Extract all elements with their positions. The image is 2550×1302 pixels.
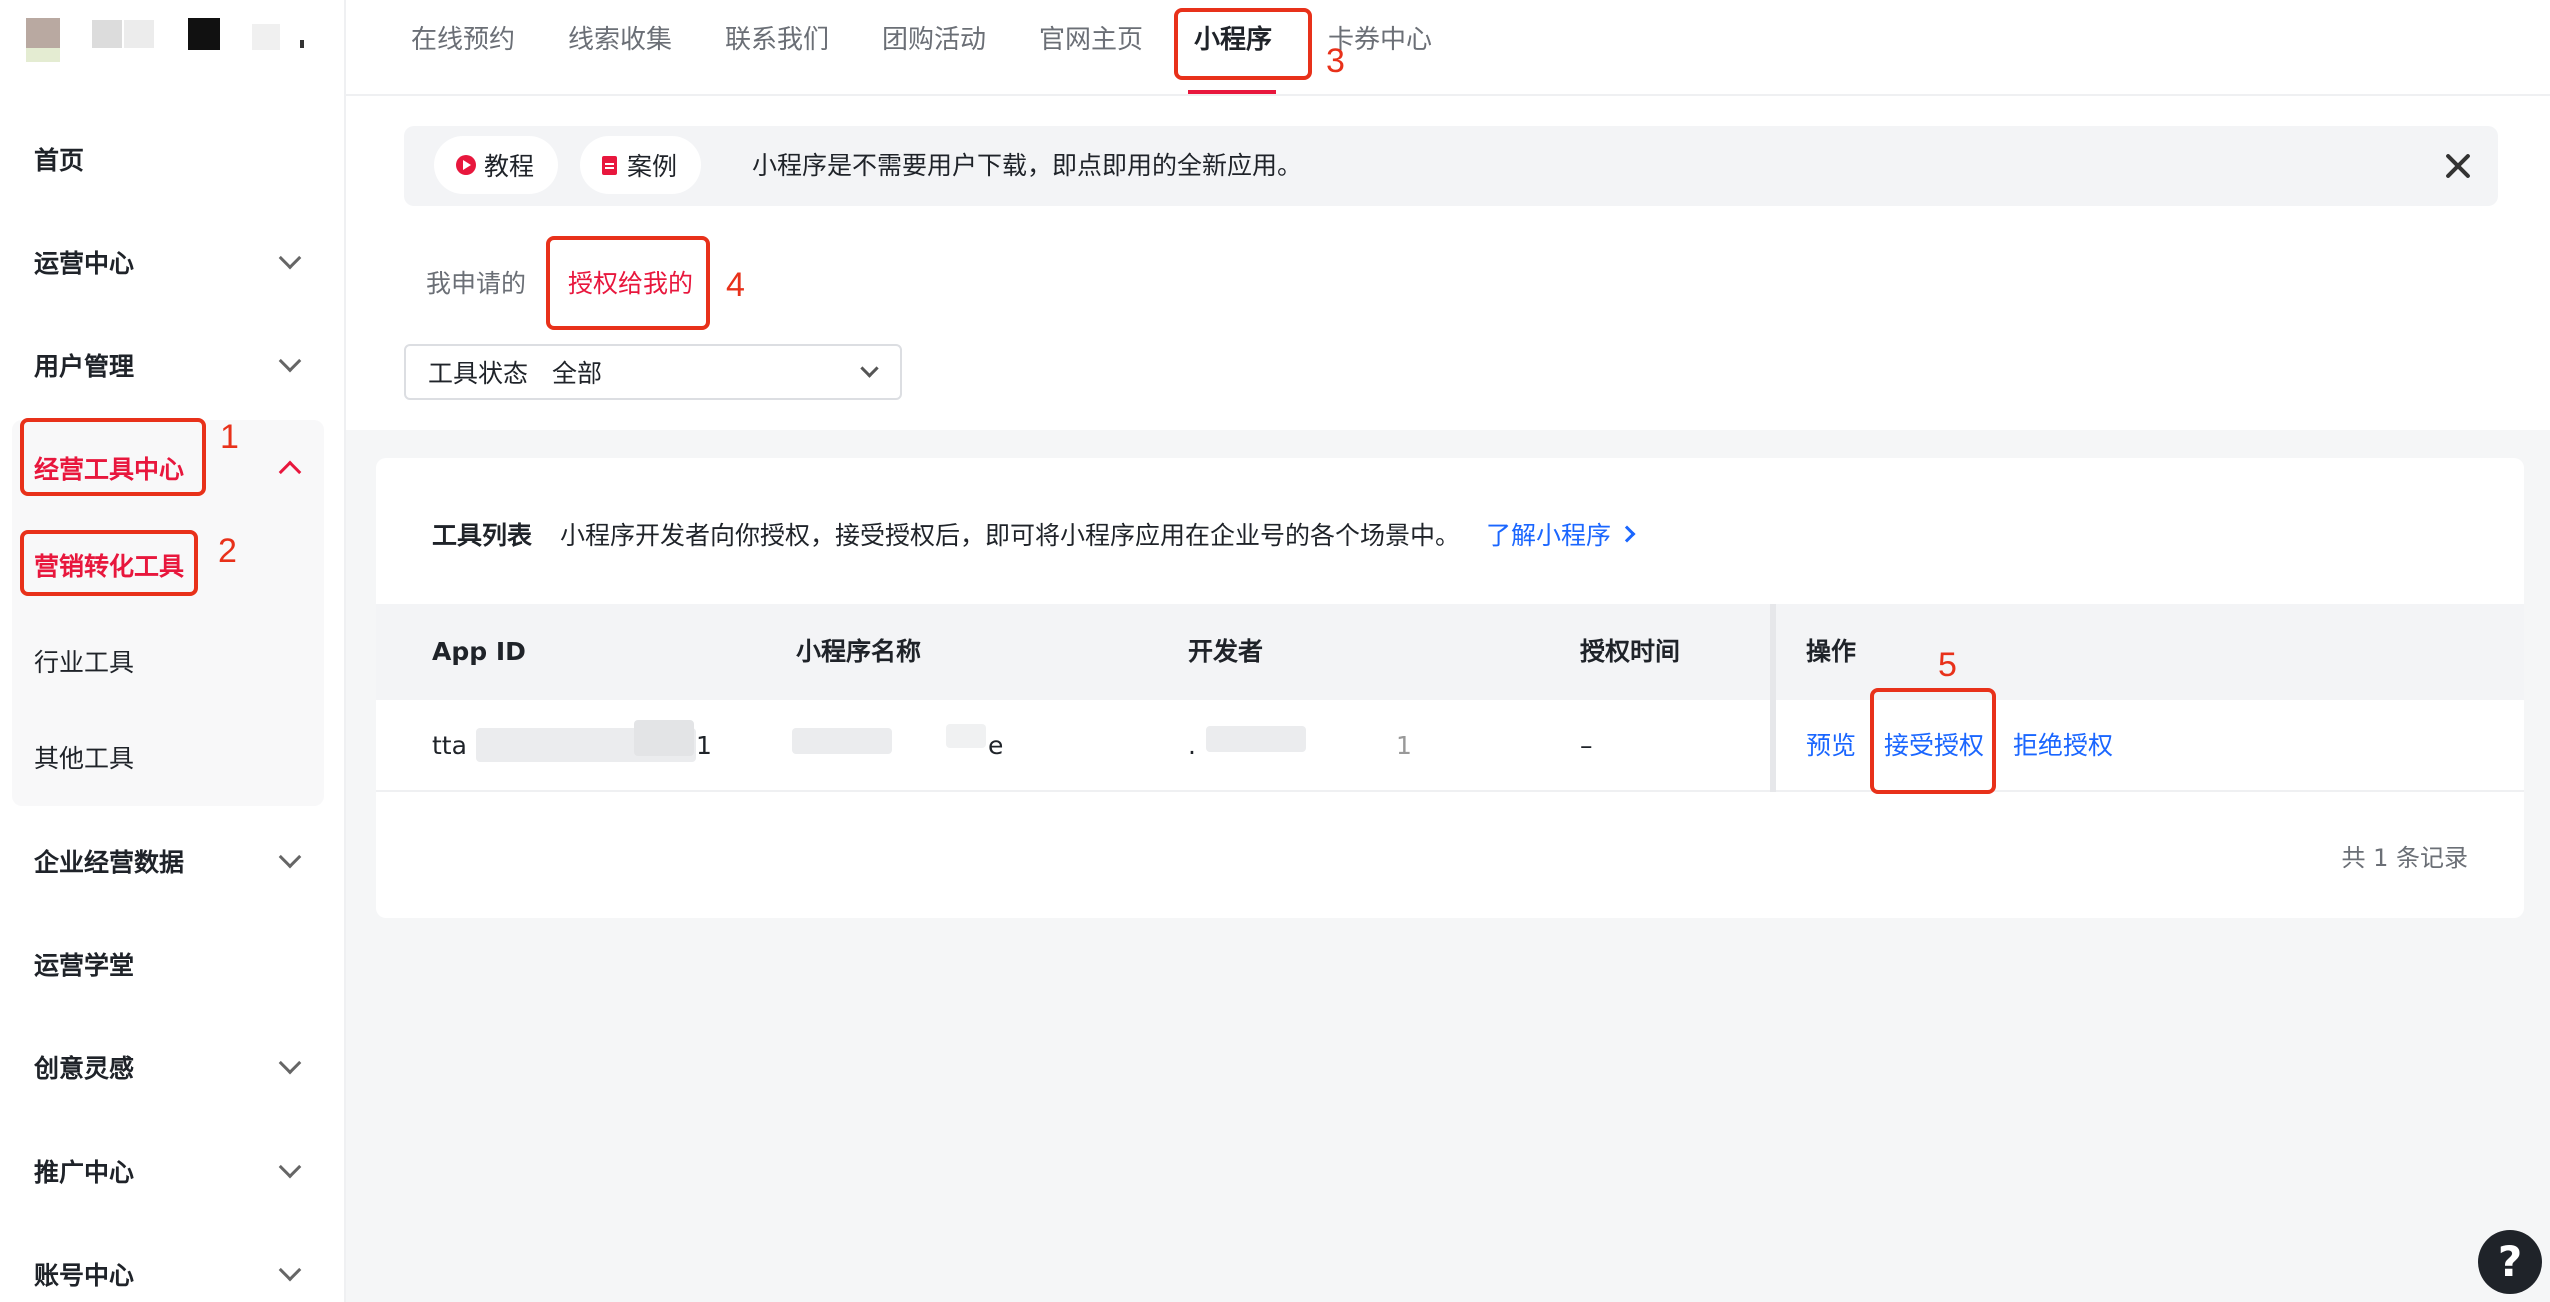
- help-icon[interactable]: ?: [2478, 1230, 2542, 1294]
- sidebar-item-users[interactable]: 用户管理: [0, 330, 346, 400]
- chevron-down-icon: [278, 1258, 302, 1282]
- document-icon: [602, 155, 617, 175]
- sidebar-item-label: 创意灵感: [34, 1054, 135, 1083]
- sidebar-subitem-industry-tools[interactable]: 行业工具: [0, 626, 346, 696]
- sidebar: 首页 运营中心 用户管理 经营工具中心 营销转化工具 行业工具 其他工具 企业经…: [0, 0, 346, 1302]
- learn-mini-program-link[interactable]: 了解小程序: [1486, 516, 1636, 552]
- chevron-down-icon: [278, 845, 302, 869]
- sidebar-item-academy[interactable]: 运营学堂: [0, 929, 346, 999]
- sidebar-item-label: 首页: [34, 146, 85, 175]
- preview-link[interactable]: 预览: [1806, 700, 1856, 792]
- sidebar-item-account[interactable]: 账号中心: [0, 1239, 346, 1302]
- select-value: 全部: [552, 359, 603, 388]
- chevron-down-icon: [278, 1155, 302, 1179]
- column-header-name: 小程序名称: [796, 637, 922, 666]
- sidebar-item-label: 运营学堂: [34, 951, 135, 980]
- annotation-box-5: [1870, 688, 1996, 794]
- tool-status-select[interactable]: 工具状态 全部: [404, 344, 902, 400]
- tab-online-booking[interactable]: 在线预约: [411, 0, 515, 80]
- annotation-number-3: 3: [1326, 42, 1345, 80]
- annotation-number-4: 4: [726, 266, 745, 304]
- sidebar-subitem-other-tools[interactable]: 其他工具: [0, 722, 346, 792]
- total-records: 共 1 条记录: [2341, 844, 2468, 872]
- column-header-auth-time: 授权时间: [1580, 637, 1681, 666]
- chevron-down-icon: [860, 359, 879, 378]
- tab-contact-us[interactable]: 联系我们: [725, 0, 829, 80]
- active-tab-indicator: [1188, 90, 1276, 94]
- cell-app-id: tta: [432, 731, 467, 760]
- reject-authorization-link[interactable]: 拒绝授权: [2013, 700, 2113, 792]
- sidebar-item-label: 用户管理: [34, 352, 135, 381]
- cell-name-tail: e: [988, 731, 1004, 760]
- table-row: tta 1 e . 1 – 预览 接受授权 拒绝授权: [376, 700, 2524, 792]
- card-header: 工具列表 小程序开发者向你授权，接受授权后，即可将小程序应用在企业号的各个场景中…: [432, 516, 1636, 552]
- cell-auth-time: –: [1580, 731, 1593, 760]
- chevron-down-icon: [278, 349, 302, 373]
- tab-my-applications[interactable]: 我申请的: [426, 254, 526, 314]
- chevron-right-icon: [1618, 525, 1636, 543]
- column-divider: [1770, 604, 1776, 792]
- column-header-actions: 操作: [1806, 637, 1857, 666]
- sidebar-subitem-label: 行业工具: [34, 648, 135, 677]
- column-header-developer: 开发者: [1188, 637, 1264, 666]
- annotation-box-1: [20, 418, 206, 496]
- redacted-app-id-block: [634, 720, 694, 756]
- tab-lead-collection[interactable]: 线索收集: [568, 0, 672, 80]
- annotation-number-2: 2: [218, 532, 237, 570]
- cell-app-id-tail: 1: [696, 731, 712, 760]
- chevron-down-icon: [278, 1051, 302, 1075]
- chevron-down-icon: [278, 246, 302, 270]
- annotation-box-2: [20, 530, 198, 596]
- play-icon: [456, 155, 476, 175]
- tab-group-buying[interactable]: 团购活动: [882, 0, 986, 80]
- tutorial-label: 教程: [484, 152, 535, 181]
- sidebar-item-business-data[interactable]: 企业经营数据: [0, 826, 346, 896]
- case-button[interactable]: 案例: [580, 136, 702, 194]
- sidebar-item-operations[interactable]: 运营中心: [0, 227, 346, 297]
- case-label: 案例: [627, 152, 678, 181]
- table-header: App ID 小程序名称 开发者 授权时间 操作: [376, 604, 2524, 700]
- tab-official-site[interactable]: 官网主页: [1039, 0, 1143, 80]
- banner-text: 小程序是不需要用户下载，即点即用的全新应用。: [752, 151, 1303, 180]
- chevron-up-icon: [278, 460, 302, 484]
- tool-list-card: 工具列表 小程序开发者向你授权，接受授权后，即可将小程序应用在企业号的各个场景中…: [376, 458, 2524, 918]
- tutorial-button[interactable]: 教程: [434, 136, 559, 194]
- sidebar-subitem-label: 其他工具: [34, 744, 135, 773]
- select-label: 工具状态: [428, 359, 529, 388]
- cell-developer-head: .: [1188, 731, 1196, 760]
- annotation-number-5: 5: [1938, 646, 1957, 684]
- brand-logo[interactable]: [26, 14, 326, 74]
- link-label: 了解小程序: [1486, 521, 1612, 550]
- sidebar-item-home[interactable]: 首页: [0, 124, 346, 194]
- info-banner: 教程 案例 小程序是不需要用户下载，即点即用的全新应用。: [404, 126, 2498, 206]
- sidebar-item-label: 推广中心: [34, 1158, 135, 1187]
- card-description: 小程序开发者向你授权，接受授权后，即可将小程序应用在企业号的各个场景中。: [560, 521, 1461, 550]
- redacted-name: [792, 728, 892, 754]
- redacted-developer: [1206, 726, 1306, 752]
- column-header-app-id: App ID: [432, 637, 526, 666]
- cell-developer-tail: 1: [1396, 731, 1412, 760]
- sidebar-item-label: 运营中心: [34, 249, 135, 278]
- sidebar-item-label: 企业经营数据: [34, 848, 185, 877]
- annotation-box-4: [546, 236, 710, 330]
- redacted-name-block: [946, 724, 986, 748]
- close-icon[interactable]: [2442, 150, 2474, 182]
- sidebar-item-label: 账号中心: [34, 1261, 135, 1290]
- sidebar-item-promotion[interactable]: 推广中心: [0, 1136, 346, 1206]
- annotation-box-3: [1174, 8, 1312, 80]
- annotation-number-1: 1: [220, 418, 239, 456]
- top-nav: [346, 0, 2550, 96]
- sidebar-item-inspiration[interactable]: 创意灵感: [0, 1032, 346, 1102]
- card-title: 工具列表: [432, 521, 533, 550]
